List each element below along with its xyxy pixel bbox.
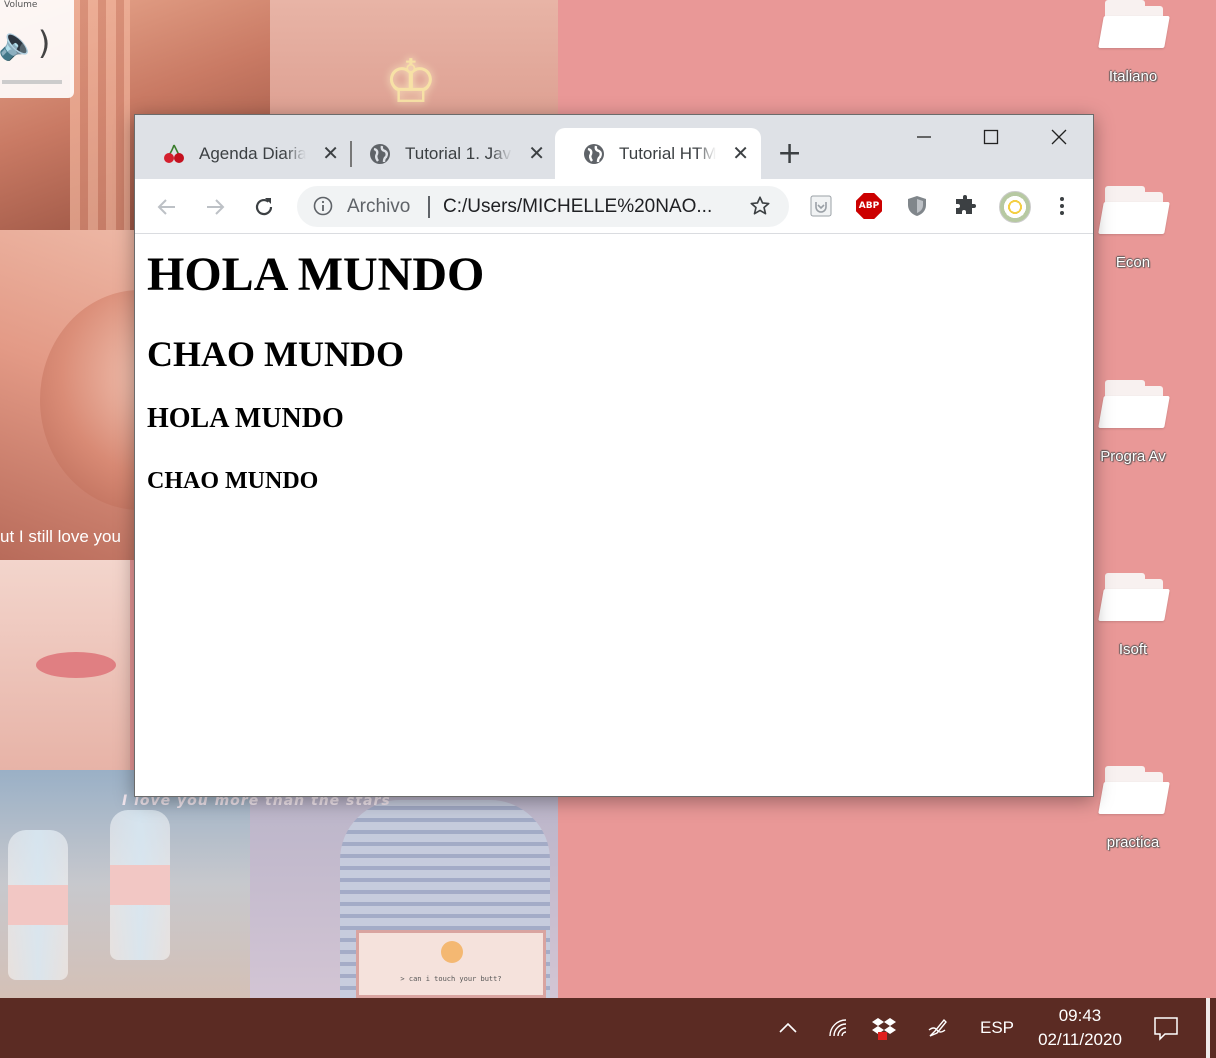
note-card: > can i touch your butt? xyxy=(356,930,546,998)
folder-icon xyxy=(1098,0,1170,52)
peach-icon xyxy=(441,941,463,963)
extension-pocket-button[interactable] xyxy=(807,192,835,220)
omnibox-divider xyxy=(428,196,430,218)
chevron-up-icon xyxy=(779,1022,797,1033)
close-icon xyxy=(1051,129,1067,145)
clock[interactable]: 09:43 02/11/2020 xyxy=(1028,1004,1132,1052)
adblock-plus-icon: ABP xyxy=(856,193,882,219)
desktop-icon-label: Isoft xyxy=(1118,641,1148,658)
desktop-icon-italiano[interactable]: Italiano xyxy=(1088,0,1178,85)
avatar xyxy=(999,191,1031,223)
close-window-button[interactable] xyxy=(1025,121,1093,153)
speaker-icon: 🔈) xyxy=(0,24,51,62)
forward-arrow-icon xyxy=(207,199,225,215)
wallpaper-text: ut I still love you xyxy=(0,527,121,546)
minimize-icon xyxy=(917,136,931,138)
puzzle-piece-icon xyxy=(956,195,976,214)
new-tab-button[interactable]: + xyxy=(777,139,802,169)
desktop-icon-label: Econ xyxy=(1115,254,1151,271)
heading-h4: CHAO MUNDO xyxy=(147,468,319,494)
input-language-indicator[interactable]: ESP xyxy=(980,1018,1014,1038)
desktop-icon-practica[interactable]: practica xyxy=(1088,766,1178,851)
folder-icon xyxy=(1098,766,1170,818)
globe-icon xyxy=(369,143,391,165)
browser-toolbar: Archivo C:/Users/MICHELLE%20NAO... ABP xyxy=(135,179,1093,234)
reload-button[interactable] xyxy=(250,193,278,221)
lips-graphic xyxy=(36,652,116,678)
show-hidden-icons-button[interactable] xyxy=(774,1014,802,1042)
back-button[interactable] xyxy=(153,193,181,221)
wallpaper-tile xyxy=(0,560,130,770)
bookmark-star-icon[interactable] xyxy=(749,195,771,222)
heading-h1: HOLA MUNDO xyxy=(147,248,485,301)
browser-window: Agenda Diaria ✕ Tutorial 1. Java ✕ Tutor… xyxy=(134,114,1094,797)
extension-shield-button[interactable] xyxy=(903,192,931,220)
maximize-button[interactable] xyxy=(957,121,1025,153)
crown-graphic: ♔ xyxy=(384,47,438,117)
pen-workspace-button[interactable] xyxy=(922,1014,954,1042)
heading-h3: HOLA MUNDO xyxy=(147,403,344,434)
curtain-graphic xyxy=(70,0,130,230)
shield-icon xyxy=(908,196,926,216)
heading-h2: CHAO MUNDO xyxy=(147,334,404,374)
close-tab-icon[interactable]: ✕ xyxy=(322,141,339,166)
close-tab-icon[interactable]: ✕ xyxy=(528,141,545,166)
wifi-icon xyxy=(829,1019,847,1037)
tab-title: Tutorial HTML xyxy=(619,143,717,163)
page-content: HOLA MUNDO CHAO MUNDO HOLA MUNDO CHAO MU… xyxy=(135,235,1093,796)
folder-icon xyxy=(1098,380,1170,432)
dropbox-icon xyxy=(872,1018,896,1040)
close-tab-icon[interactable]: ✕ xyxy=(732,141,749,166)
bottle-graphic xyxy=(8,830,68,980)
maximize-icon xyxy=(983,129,999,145)
kebab-menu-icon xyxy=(1060,197,1064,215)
minimize-button[interactable] xyxy=(890,121,958,153)
card-note: > can i touch your butt? xyxy=(400,975,502,983)
browser-menu-button[interactable] xyxy=(1048,192,1076,220)
desktop-icon-label: practica xyxy=(1106,834,1160,851)
url-text[interactable]: C:/Users/MICHELLE%20NAO... xyxy=(443,196,712,218)
tab-title: Agenda Diaria xyxy=(199,143,307,163)
back-arrow-icon xyxy=(157,199,175,215)
tab-strip: Agenda Diaria ✕ Tutorial 1. Java ✕ Tutor… xyxy=(135,115,1093,179)
dropbox-button[interactable] xyxy=(868,1014,900,1042)
folder-icon xyxy=(1098,186,1170,238)
globe-icon xyxy=(583,143,605,165)
forward-button[interactable] xyxy=(201,193,229,221)
network-button[interactable] xyxy=(822,1014,854,1042)
pen-icon xyxy=(928,1018,947,1037)
volume-bar xyxy=(2,80,62,84)
show-desktop-button[interactable] xyxy=(1206,998,1210,1058)
desktop-icon-label: Italiano xyxy=(1108,68,1158,85)
desktop-icon-isoft[interactable]: Isoft xyxy=(1088,573,1178,658)
cherry-icon xyxy=(163,143,185,165)
bottle-graphic xyxy=(110,810,170,960)
extension-adblock-button[interactable]: ABP xyxy=(855,192,883,220)
desktop-icon-progra-av[interactable]: Progra Av xyxy=(1088,380,1178,465)
clock-time: 09:43 xyxy=(1058,1006,1102,1025)
tab-title: Tutorial 1. Java xyxy=(405,143,513,163)
volume-label: Volume xyxy=(4,0,38,10)
action-center-button[interactable] xyxy=(1152,1014,1180,1047)
clock-date: 02/11/2020 xyxy=(1038,1030,1122,1049)
extensions-menu-button[interactable] xyxy=(951,192,979,220)
reload-icon xyxy=(255,198,273,216)
profile-button[interactable] xyxy=(998,190,1032,224)
volume-flyout: Volume 🔈) xyxy=(0,0,74,98)
url-scheme-label: Archivo xyxy=(347,196,411,217)
taskbar: ESP 09:43 02/11/2020 xyxy=(0,998,1216,1058)
tab-agenda-diaria[interactable]: Agenda Diaria ✕ xyxy=(135,128,351,179)
address-bar[interactable]: Archivo C:/Users/MICHELLE%20NAO... xyxy=(297,186,789,227)
pocket-icon xyxy=(810,195,832,217)
desktop-icon-econ[interactable]: Econ xyxy=(1088,186,1178,271)
tab-tutorial-html[interactable]: Tutorial HTML ✕ xyxy=(555,128,761,179)
info-icon[interactable] xyxy=(313,196,333,221)
tab-tutorial-java[interactable]: Tutorial 1. Java ✕ xyxy=(341,128,557,179)
desktop-icon-label: Progra Av xyxy=(1100,448,1166,465)
folder-icon xyxy=(1098,573,1170,625)
notification-icon xyxy=(1154,1017,1178,1041)
